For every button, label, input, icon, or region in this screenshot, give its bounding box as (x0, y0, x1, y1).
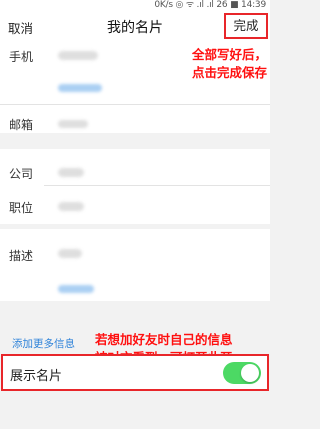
divider (44, 185, 270, 186)
show-card-row: 展示名片 (1, 354, 269, 391)
phone-label: 手机 (9, 50, 34, 64)
show-card-toggle[interactable] (223, 362, 261, 384)
status-bar: 0K/s ◎ ᯤ .ıl .ıl 26 ■ 14:39 (0, 0, 270, 10)
description-section: 描述 (0, 229, 270, 301)
done-annotation-line-1: 全部写好后， (191, 47, 267, 62)
navigation-bar: 取消 我的名片 完成 (0, 10, 270, 40)
work-section: 公司 职位 (0, 149, 270, 224)
position-label: 职位 (9, 201, 34, 215)
email-label: 邮箱 (9, 118, 34, 132)
position-value-blurred[interactable] (58, 202, 84, 211)
divider (0, 104, 270, 105)
phone-value-blurred[interactable] (58, 51, 98, 60)
done-annotation-line-2: 点击完成保存 (191, 65, 267, 80)
add-more-info-link[interactable]: 添加更多信息 (12, 336, 75, 351)
bottom-area (0, 393, 270, 429)
status-bar-text: 0K/s ◎ ᯤ .ıl .ıl 26 ■ 14:39 (154, 0, 266, 10)
description-label: 描述 (9, 249, 34, 263)
company-label: 公司 (9, 167, 34, 181)
description-link-blurred[interactable] (58, 285, 94, 293)
company-value-blurred[interactable] (58, 168, 84, 177)
phone-link-blurred[interactable] (58, 84, 102, 92)
done-annotation: 全部写好后， 点击完成保存 (192, 46, 267, 82)
description-value-blurred[interactable] (58, 249, 82, 258)
toggle-knob (241, 364, 259, 382)
email-value-blurred[interactable] (58, 120, 88, 128)
done-button[interactable]: 完成 (224, 13, 268, 39)
show-card-label: 展示名片 (10, 369, 63, 384)
toggle-annotation-line-1: 若想加好友时自己的信息 (95, 332, 233, 347)
